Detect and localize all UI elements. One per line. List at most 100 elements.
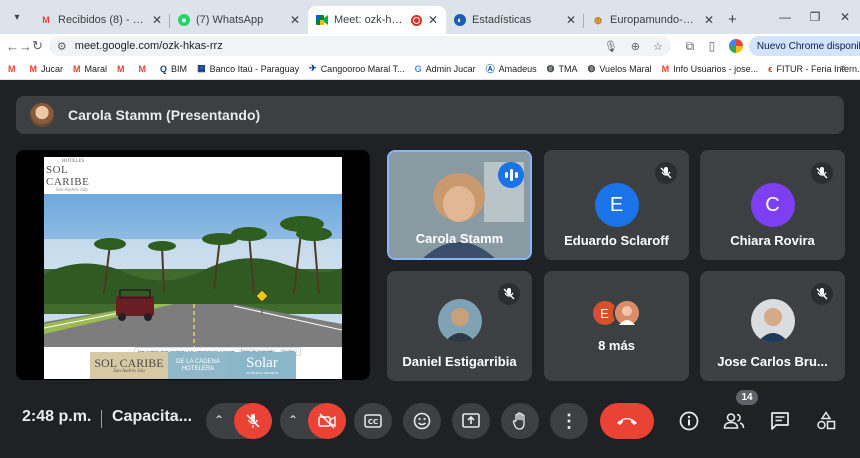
bookmark-label: Amadeus	[498, 63, 537, 74]
bookmark-item[interactable]: M	[117, 64, 129, 74]
tab-europamundo[interactable]: ◍ Europamundo-OnLine ✕	[584, 6, 722, 34]
captions-button[interactable]: CC	[354, 403, 392, 439]
sidebar-icon[interactable]: ▯	[701, 39, 723, 53]
present-screen-button[interactable]	[452, 403, 490, 439]
bookmark-item[interactable]: M	[139, 64, 151, 74]
recording-icon	[410, 14, 422, 26]
presenter-name: Carola Stamm (Presentando)	[68, 107, 261, 123]
whatsapp-icon: ●	[178, 14, 190, 26]
more-bookmarks-icon[interactable]: »	[840, 62, 846, 74]
more-options-button[interactable]: ⋮	[550, 403, 588, 439]
gmail-icon: M	[661, 63, 670, 74]
reactions-button[interactable]	[403, 403, 441, 439]
camera-control: ⌃	[280, 403, 346, 439]
participant-tile-carola[interactable]: Carola Stamm	[387, 150, 532, 260]
bookmark-item[interactable]: G Admin Jucar	[415, 64, 476, 74]
mic-toggle-button[interactable]	[234, 403, 272, 439]
shapes-icon	[817, 411, 836, 430]
reload-icon[interactable]: ↻	[32, 38, 43, 54]
zoom-icon[interactable]: ⊕	[631, 41, 640, 53]
bookmark-item[interactable]: M	[8, 64, 20, 74]
mic-off-icon	[655, 162, 677, 184]
restore-icon[interactable]: ❐	[800, 10, 830, 24]
fitur-icon: ϵ	[768, 63, 773, 74]
avatar	[750, 299, 795, 343]
brand-solar: Solar HOTELES & RESORTS	[228, 352, 296, 379]
address-bar[interactable]: ⚙ meet.google.com/ozk-hkas-rrz 🎙︎ ⊕ ☆	[48, 36, 671, 56]
gmail-icon: M	[138, 63, 147, 74]
bookmark-item[interactable]: ϵ FITUR - Feria Intern...	[768, 64, 860, 74]
microphone-icon[interactable]: 🎙︎	[604, 41, 618, 53]
tab-estadisticas[interactable]: ◐ Estadísticas ✕	[446, 6, 584, 34]
bookmark-item[interactable]: ◍ Vuelos Maral	[588, 63, 652, 74]
bookmark-label: TMA	[558, 63, 578, 74]
bookmark-item[interactable]: ▦ Banco Itaú - Paraguay	[197, 63, 299, 74]
presentation-slide: HOTELES SOL CARIBE San Andrés Isla SOL C…	[44, 157, 342, 379]
bookmark-label: Vuelos Maral	[599, 63, 652, 74]
participant-name: Daniel Estigarribia	[402, 354, 517, 369]
chevron-up-icon[interactable]: ⌃	[214, 413, 224, 427]
close-icon[interactable]: ✕	[428, 13, 438, 27]
hand-icon	[512, 412, 525, 430]
beach-road-photo	[44, 194, 342, 347]
participant-name: Chiara Rovira	[730, 233, 815, 248]
participant-tile-jose[interactable]: Jose Carlos Bru...	[700, 271, 845, 381]
participant-tile-daniel[interactable]: Daniel Estigarribia	[387, 271, 532, 381]
site-info-icon[interactable]: ⚙	[57, 40, 67, 53]
bookmarks-bar: M M Jucar M Maral M M Q BIM ▦ Banco Itaú - P…	[0, 58, 860, 80]
chevron-up-icon[interactable]: ⌃	[288, 413, 298, 427]
minimize-icon[interactable]: —	[770, 10, 800, 24]
bookmark-label: Maral	[84, 63, 108, 74]
bookmark-label: Cangooroo Maral T...	[320, 63, 405, 74]
bookmark-item[interactable]: M Info Usuarios - jose...	[662, 64, 759, 74]
leave-call-button[interactable]	[600, 403, 654, 439]
tab-whatsapp[interactable]: ● (7) WhatsApp ✕	[170, 6, 308, 34]
avatar: C	[750, 183, 795, 227]
shared-screen[interactable]: HOTELES SOL CARIBE San Andrés Isla SOL C…	[16, 150, 370, 380]
gmail-icon: M	[8, 63, 16, 74]
forward-icon[interactable]: →	[19, 39, 32, 54]
brand-banner: SOL CARIBE San Andrés Isla DE LA CADENA …	[90, 352, 296, 379]
new-tab-button[interactable]: +	[728, 11, 737, 28]
meeting-title[interactable]: Capacita...	[112, 408, 192, 426]
close-icon[interactable]: ✕	[290, 13, 300, 27]
bookmark-label: Jucar	[41, 63, 64, 74]
logo-big-text: SOL CARIBE	[46, 164, 90, 188]
update-label: Nuevo Chrome disponible	[756, 40, 860, 52]
tab-gmail[interactable]: M Recibidos (8) - jose@vacacio ✕	[32, 6, 170, 34]
people-button[interactable]	[721, 408, 747, 434]
kangaroo-icon: ✈	[309, 63, 317, 73]
bookmark-item[interactable]: ◍ TMA	[547, 63, 578, 74]
profile-avatar[interactable]	[728, 39, 743, 53]
brand-left-title: SOL CARIBE	[94, 356, 164, 370]
gmail-icon: M	[117, 63, 125, 74]
bookmark-label: BIM	[171, 63, 188, 74]
bookmark-item[interactable]: M Maral	[73, 64, 107, 74]
participant-tile-eduardo[interactable]: E Eduardo Sclaroff	[544, 150, 689, 260]
back-icon[interactable]: ←	[6, 39, 19, 54]
meeting-info-button[interactable]	[676, 408, 702, 434]
bookmark-item[interactable]: M Jucar	[30, 64, 64, 74]
close-icon[interactable]: ✕	[152, 13, 162, 27]
extensions-icon[interactable]: ⧉	[679, 39, 701, 54]
bank-icon: ▦	[197, 63, 206, 73]
tab-meet[interactable]: Meet: ozk-hkas-rrz ✕	[308, 6, 446, 34]
bookmark-item[interactable]: ✈ Cangooroo Maral T...	[309, 63, 404, 74]
more-participants-label: 8 más	[598, 338, 635, 353]
close-icon[interactable]: ✕	[704, 13, 714, 27]
bookmark-star-icon[interactable]: ☆	[653, 41, 663, 53]
participant-tile-more[interactable]: E 8 más	[544, 271, 689, 381]
raise-hand-button[interactable]	[501, 403, 539, 439]
bookmark-label: FITUR - Feria Intern...	[776, 63, 860, 74]
camera-toggle-button[interactable]	[308, 403, 346, 439]
activities-button[interactable]	[813, 408, 839, 434]
tab-search-button[interactable]: ▾	[6, 6, 28, 28]
close-icon[interactable]: ✕	[566, 13, 576, 27]
chat-button[interactable]	[767, 408, 793, 434]
update-chrome-button[interactable]: Nuevo Chrome disponible ⋮	[748, 36, 860, 56]
close-window-icon[interactable]: ✕	[830, 10, 860, 24]
bookmark-item[interactable]: Ⓐ Amadeus	[486, 62, 537, 75]
participant-tile-chiara[interactable]: C Chiara Rovira	[700, 150, 845, 260]
bookmark-item[interactable]: Q BIM	[160, 64, 187, 74]
more-vert-icon: ⋮	[560, 410, 578, 431]
